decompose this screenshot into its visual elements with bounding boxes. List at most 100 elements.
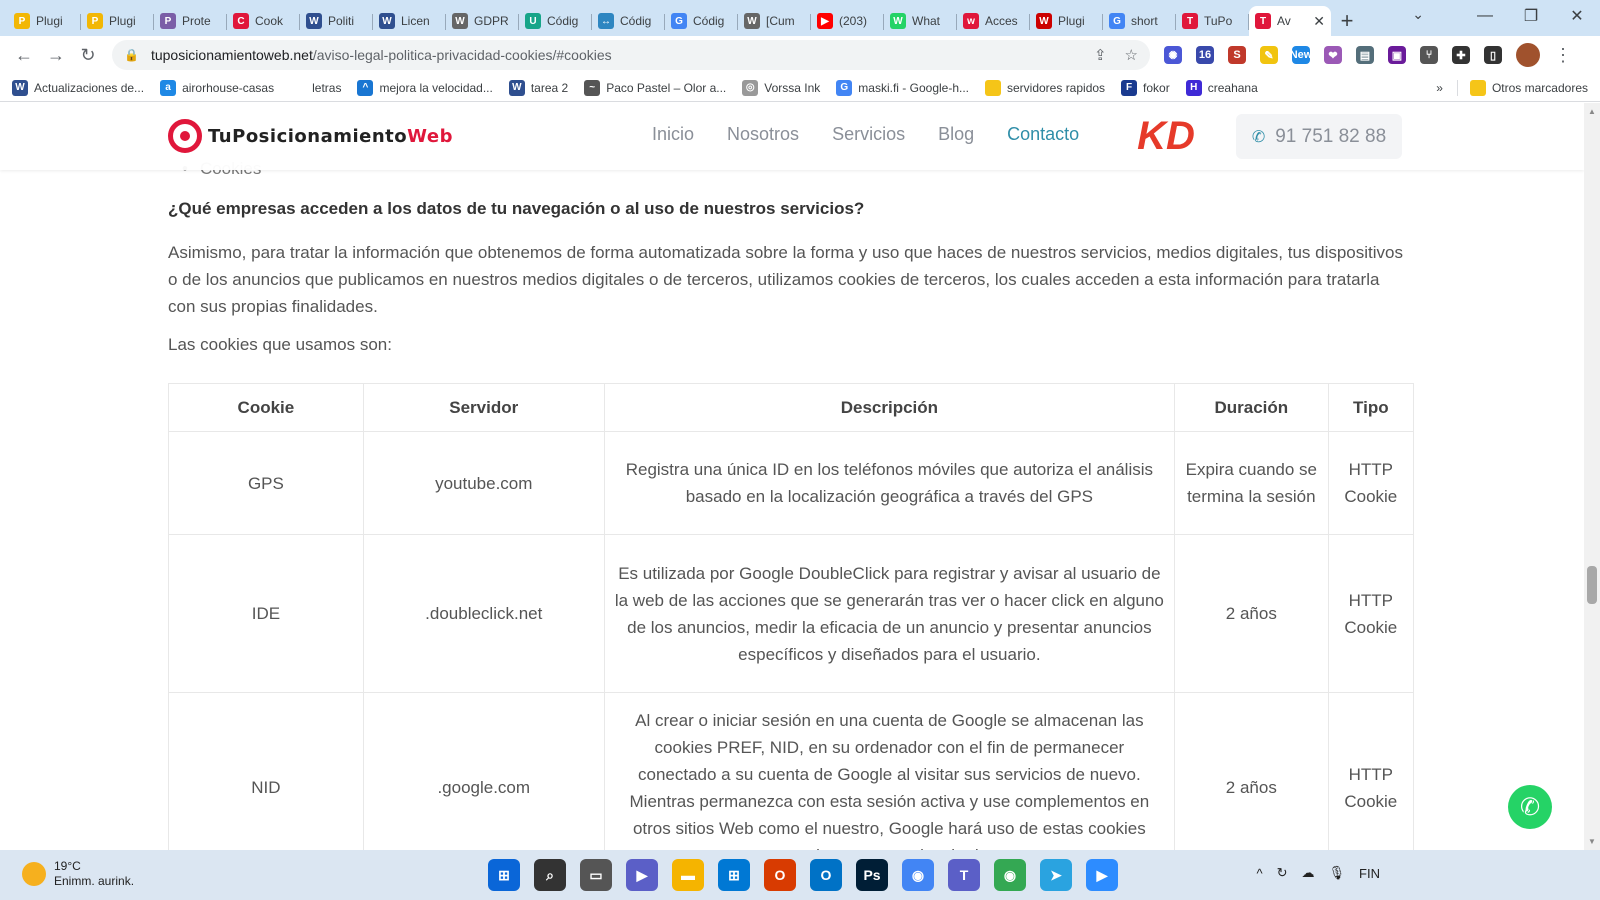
bookmark-favicon-icon: ~ <box>584 79 601 96</box>
bookmark-item[interactable]: W Actualizaciones de... <box>12 79 144 96</box>
tab[interactable]: T TuPo <box>1176 6 1249 36</box>
task-view-icon[interactable]: ▭ <box>580 859 612 891</box>
ext-heart-icon[interactable]: ❤ <box>1324 46 1342 64</box>
tab-favicon-icon: U <box>525 13 541 29</box>
ext-s-icon[interactable]: S <box>1228 46 1246 64</box>
scrollbar-thumb[interactable] <box>1587 566 1597 605</box>
tab[interactable]: U Códig <box>519 6 592 36</box>
chrome-profile-icon[interactable]: ◉ <box>994 859 1026 891</box>
bookmark-item[interactable]: Gmaski.fi - Google-h... <box>836 79 969 96</box>
bookmarks-overflow-icon[interactable]: » <box>1436 81 1443 95</box>
outlook-icon[interactable]: O <box>810 859 842 891</box>
tab[interactable]: W [Cum <box>738 6 811 36</box>
tab[interactable]: W Plugi <box>1030 6 1103 36</box>
tab[interactable]: G Códig <box>665 6 738 36</box>
tab[interactable]: ↔ Códig <box>592 6 665 36</box>
tab-title: Av <box>1277 14 1291 28</box>
new-tab-button[interactable]: + <box>1331 6 1363 36</box>
profile-avatar[interactable] <box>1516 43 1540 67</box>
cloud-icon[interactable]: ☁ <box>1302 865 1315 881</box>
bookmark-item[interactable]: servidores rapidos <box>985 79 1105 96</box>
forward-button[interactable]: → <box>40 39 72 71</box>
office-icon[interactable]: O <box>764 859 796 891</box>
lock-icon[interactable]: 🔒 <box>124 48 139 62</box>
ext-doc-icon[interactable]: ▤ <box>1356 46 1374 64</box>
nav-nosotros[interactable]: Nosotros <box>727 124 799 145</box>
nav-inicio[interactable]: Inicio <box>652 124 694 145</box>
table-row: NID .google.com Al crear o iniciar sesió… <box>168 692 1415 850</box>
sun-icon <box>22 862 46 886</box>
store-icon[interactable]: ⊞ <box>718 859 750 891</box>
bookmark-item[interactable]: ~ Paco Pastel – Olor a... <box>584 79 726 96</box>
bookmark-item[interactable]: ^ mejora la velocidad... <box>357 79 493 96</box>
scroll-up-icon[interactable]: ▲ <box>1588 107 1596 116</box>
tab[interactable]: w Acces <box>957 6 1030 36</box>
tab[interactable]: ▶ (203) <box>811 6 884 36</box>
tray-chevron-icon[interactable]: ^ <box>1257 866 1263 881</box>
tab[interactable]: P Prote <box>154 6 227 36</box>
start-icon[interactable]: ⊞ <box>488 859 520 891</box>
nav-servicios[interactable]: Servicios <box>832 124 905 145</box>
restore-button[interactable]: ❐ <box>1508 0 1554 32</box>
ext-cap-icon[interactable]: 16 <box>1196 46 1214 64</box>
tab[interactable]: W Politi <box>300 6 373 36</box>
address-bar[interactable]: 🔒 tuposicionamientoweb.net/aviso-legal-p… <box>112 40 1150 70</box>
tab[interactable]: W GDPR <box>446 6 519 36</box>
ext-puzzle-icon[interactable]: ✚ <box>1452 46 1470 64</box>
bookmark-item[interactable]: Hcreahana <box>1185 79 1258 96</box>
page-scrollbar[interactable]: ▲ ▼ <box>1584 103 1600 850</box>
site-logo[interactable]: TuPosicionamientoWeb <box>168 119 453 153</box>
tab-search-icon[interactable]: ⌄ <box>1412 6 1424 23</box>
microphone-icon[interactable]: 🎙 <box>1329 865 1346 881</box>
tab-active[interactable]: T Av ✕ <box>1249 6 1331 36</box>
ext-branch-icon[interactable]: ⑂ <box>1420 46 1438 64</box>
telegram-icon[interactable]: ➤ <box>1040 859 1072 891</box>
sync-icon[interactable]: ↻ <box>1277 865 1288 881</box>
tab-title: TuPo <box>1204 14 1233 28</box>
minimize-button[interactable]: — <box>1462 0 1508 32</box>
teams-icon[interactable]: T <box>948 859 980 891</box>
nav-blog[interactable]: Blog <box>938 124 974 145</box>
chat-icon[interactable]: ▶ <box>626 859 658 891</box>
tab[interactable]: P Plugi <box>81 6 154 36</box>
ext-sun-icon[interactable]: ✺ <box>1164 46 1182 64</box>
tab[interactable]: Gshort <box>1103 6 1176 36</box>
file-explorer-icon[interactable]: ▬ <box>672 859 704 891</box>
bookmark-star-icon[interactable]: ☆ <box>1125 46 1138 64</box>
tab-close-icon[interactable]: ✕ <box>1313 13 1325 30</box>
bookmark-item[interactable]: Wtarea 2 <box>508 79 568 96</box>
search-icon[interactable]: ⌕ <box>534 859 566 891</box>
bookmark-favicon-icon: ^ <box>357 79 374 96</box>
back-button[interactable]: ← <box>8 39 40 71</box>
zoom-icon[interactable]: ▶ <box>1086 859 1118 891</box>
tab-title: Códig <box>547 14 579 28</box>
scroll-down-icon[interactable]: ▼ <box>1588 837 1596 846</box>
ext-pen-icon[interactable]: ✎ <box>1260 46 1278 64</box>
browser-menu-icon[interactable]: ⋮ <box>1554 45 1572 66</box>
chrome-icon[interactable]: ◉ <box>902 859 934 891</box>
reload-button[interactable]: ↻ <box>72 39 104 71</box>
ext-img-icon[interactable]: ▣ <box>1388 46 1406 64</box>
bookmark-item[interactable]: letras <box>290 79 341 96</box>
ext-sidepanel-icon[interactable]: ▯ <box>1484 46 1502 64</box>
whatsapp-button[interactable]: ✆ <box>1508 785 1552 829</box>
other-bookmarks-folder[interactable]: Otros marcadores <box>1456 79 1588 96</box>
phone-button[interactable]: ✆ 91 751 82 88 <box>1236 114 1402 159</box>
bookmark-item[interactable]: ◎ Vorssa Ink <box>742 79 820 96</box>
language-indicator[interactable]: FIN <box>1359 866 1380 881</box>
nav-contacto[interactable]: Contacto <box>1007 124 1079 145</box>
weather-widget[interactable]: 19°C Enimm. aurink. <box>22 859 134 889</box>
cell-descripcion: Al crear o iniciar sesión en una cuenta … <box>603 692 1176 850</box>
share-icon[interactable]: ⇪ <box>1094 46 1107 64</box>
tab[interactable]: W Licen <box>373 6 446 36</box>
ext-new-icon[interactable]: New <box>1290 46 1312 64</box>
tab[interactable]: C Cook <box>227 6 300 36</box>
bookmark-item[interactable]: a airorhouse-casas <box>160 79 275 96</box>
close-window-button[interactable]: ✕ <box>1554 0 1600 32</box>
bookmark-label: airorhouse-casas <box>182 80 275 95</box>
tab[interactable]: P Plugi <box>8 6 81 36</box>
url-host: tuposicionamientoweb.net <box>150 47 313 63</box>
photoshop-icon[interactable]: Ps <box>856 859 888 891</box>
bookmark-item[interactable]: Ffokor <box>1121 79 1170 96</box>
tab[interactable]: W What <box>884 6 957 36</box>
